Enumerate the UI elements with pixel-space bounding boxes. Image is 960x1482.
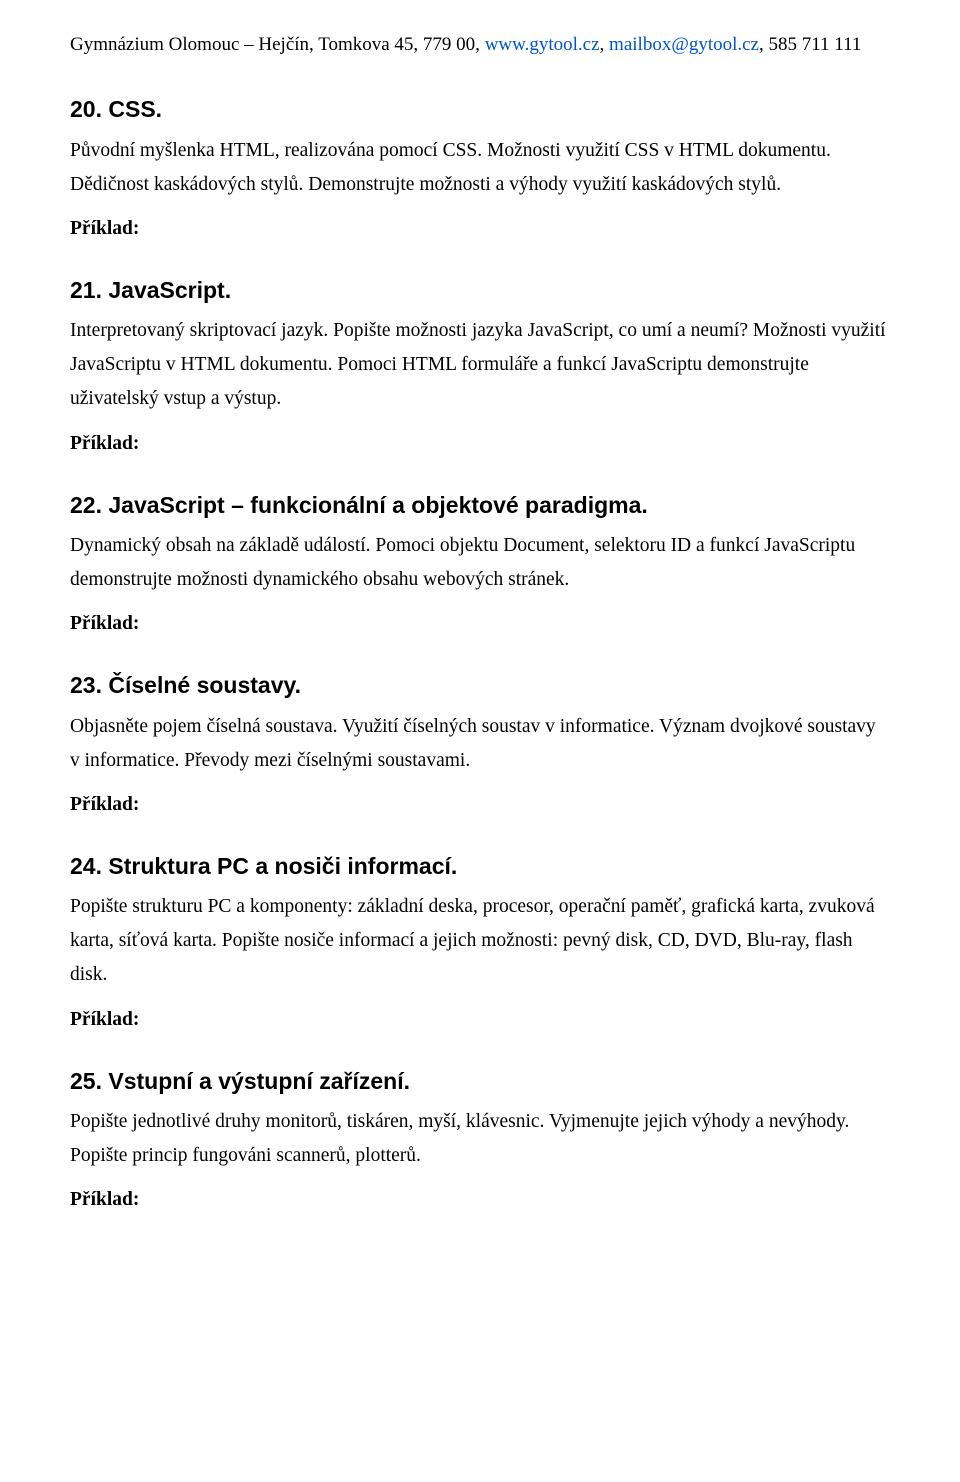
section-24: 24. Struktura PC a nosiči informací. Pop… xyxy=(70,846,890,1037)
header-suffix: , 585 711 111 xyxy=(759,34,861,55)
section-body: Popište jednotlivé druhy monitorů, tiská… xyxy=(70,1105,890,1173)
section-heading: 22. JavaScript – funkcionální a objektov… xyxy=(70,485,890,525)
section-20: 20. CSS. Původní myšlenka HTML, realizov… xyxy=(70,89,890,246)
header-link-website[interactable]: www.gytool.cz xyxy=(485,34,600,55)
header-link-email[interactable]: mailbox@gytool.cz xyxy=(609,34,759,55)
page-header: Gymnázium Olomouc – Hejčín, Tomkova 45, … xyxy=(70,28,890,61)
section-body: Dynamický obsah na základě událostí. Pom… xyxy=(70,529,890,597)
example-label: Příklad: xyxy=(70,212,890,246)
example-label: Příklad: xyxy=(70,1183,890,1217)
section-heading: 24. Struktura PC a nosiči informací. xyxy=(70,846,890,886)
section-23: 23. Číselné soustavy. Objasněte pojem čí… xyxy=(70,665,890,822)
example-label: Příklad: xyxy=(70,607,890,641)
example-label: Příklad: xyxy=(70,1003,890,1037)
section-21: 21. JavaScript. Interpretovaný skriptova… xyxy=(70,270,890,461)
section-body: Popište strukturu PC a komponenty: zákla… xyxy=(70,890,890,992)
section-heading: 25. Vstupní a výstupní zařízení. xyxy=(70,1061,890,1101)
header-prefix: Gymnázium Olomouc – Hejčín, Tomkova 45, … xyxy=(70,34,485,55)
example-label: Příklad: xyxy=(70,427,890,461)
example-label: Příklad: xyxy=(70,788,890,822)
section-heading: 21. JavaScript. xyxy=(70,270,890,310)
section-heading: 23. Číselné soustavy. xyxy=(70,665,890,705)
section-body: Interpretovaný skriptovací jazyk. Popišt… xyxy=(70,314,890,416)
section-body: Původní myšlenka HTML, realizována pomoc… xyxy=(70,134,890,202)
section-22: 22. JavaScript – funkcionální a objektov… xyxy=(70,485,890,642)
section-heading: 20. CSS. xyxy=(70,89,890,129)
section-body: Objasněte pojem číselná soustava. Využit… xyxy=(70,710,890,778)
section-25: 25. Vstupní a výstupní zařízení. Popište… xyxy=(70,1061,890,1218)
header-sep1: , xyxy=(600,34,610,55)
